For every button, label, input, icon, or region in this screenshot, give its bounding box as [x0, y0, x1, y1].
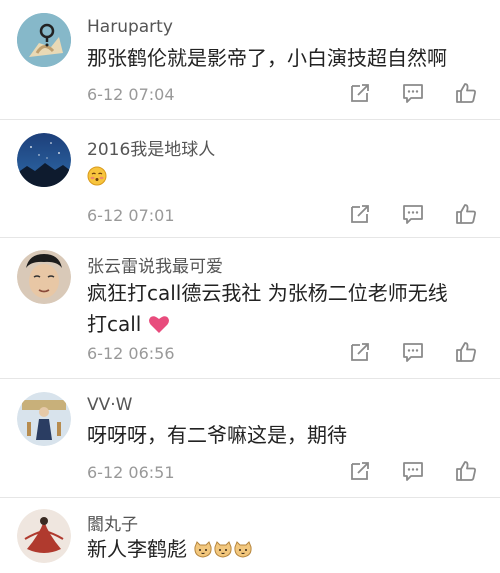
avatar[interactable]	[17, 133, 71, 187]
avatar-dancer-icon	[17, 509, 71, 563]
like-icon[interactable]	[454, 340, 478, 364]
cat-emoji	[233, 537, 253, 568]
blushing-face-emoji	[87, 164, 107, 195]
username[interactable]: 张云雷说我最可爱	[87, 252, 223, 277]
username[interactable]: 2016我是地球人	[87, 135, 215, 160]
cat-emoji	[193, 537, 213, 568]
avatar-stage-performer-icon	[17, 392, 71, 446]
comment-text: 呀呀呀，有二爷嘛这是，期待	[87, 420, 347, 451]
comment-item: 张云雷说我最可爱 疯狂打call德云我社 为张杨二位老师无线 打call 6-1…	[0, 238, 500, 379]
like-icon[interactable]	[454, 459, 478, 483]
comment-text-line: 那张鹤伦就是影帝了，小白演技超自然啊	[87, 46, 447, 70]
comment-text-line: 疯狂打call德云我社 为张杨二位老师无线	[87, 281, 448, 305]
username[interactable]: 闟丸子	[87, 510, 138, 535]
cat-emoji	[213, 537, 233, 568]
avatar-question-dog-icon	[17, 13, 71, 67]
reply-icon[interactable]	[401, 459, 425, 483]
comment-item: Haruparty 那张鹤伦就是影帝了，小白演技超自然啊 6-12 07:04	[0, 0, 500, 120]
comment-actions	[348, 340, 478, 364]
timestamp: 6-12 07:01	[87, 206, 175, 225]
avatar[interactable]	[17, 250, 71, 304]
avatar[interactable]	[17, 13, 71, 67]
comment-text	[87, 161, 107, 195]
comment-item: 闟丸子 新人李鹤彪	[0, 498, 500, 573]
share-icon[interactable]	[348, 81, 372, 105]
username[interactable]: VV·W	[87, 395, 132, 415]
comment-actions	[348, 81, 478, 105]
comment-actions	[348, 459, 478, 483]
avatar-night-sky-icon	[17, 133, 71, 187]
avatar[interactable]	[17, 392, 71, 446]
comment-feed: Haruparty 那张鹤伦就是影帝了，小白演技超自然啊 6-12 07:04	[0, 0, 500, 573]
timestamp: 6-12 06:56	[87, 344, 175, 363]
comment-text: 疯狂打call德云我社 为张杨二位老师无线 打call	[87, 278, 448, 343]
comment-actions	[348, 202, 478, 226]
timestamp: 6-12 06:51	[87, 463, 175, 482]
share-icon[interactable]	[348, 459, 372, 483]
heart-emoji	[148, 312, 170, 343]
reply-icon[interactable]	[401, 202, 425, 226]
comment-text: 新人李鹤彪	[87, 534, 253, 568]
comment-text: 那张鹤伦就是影帝了，小白演技超自然啊	[87, 43, 447, 74]
comment-text-line: 新人李鹤彪	[87, 537, 187, 561]
share-icon[interactable]	[348, 340, 372, 364]
username[interactable]: Haruparty	[87, 17, 173, 37]
comment-item: VV·W 呀呀呀，有二爷嘛这是，期待 6-12 06:51	[0, 379, 500, 498]
comment-text-line-wrap: 打call	[87, 309, 448, 343]
comment-item: 2016我是地球人 6-12 07:01	[0, 120, 500, 238]
like-icon[interactable]	[454, 202, 478, 226]
comment-text-line: 呀呀呀，有二爷嘛这是，期待	[87, 423, 347, 447]
share-icon[interactable]	[348, 202, 372, 226]
reply-icon[interactable]	[401, 340, 425, 364]
like-icon[interactable]	[454, 81, 478, 105]
avatar-man-face-icon	[17, 250, 71, 304]
timestamp: 6-12 07:04	[87, 85, 175, 104]
comment-text-line: 打call	[87, 312, 142, 336]
reply-icon[interactable]	[401, 81, 425, 105]
avatar[interactable]	[17, 509, 71, 563]
